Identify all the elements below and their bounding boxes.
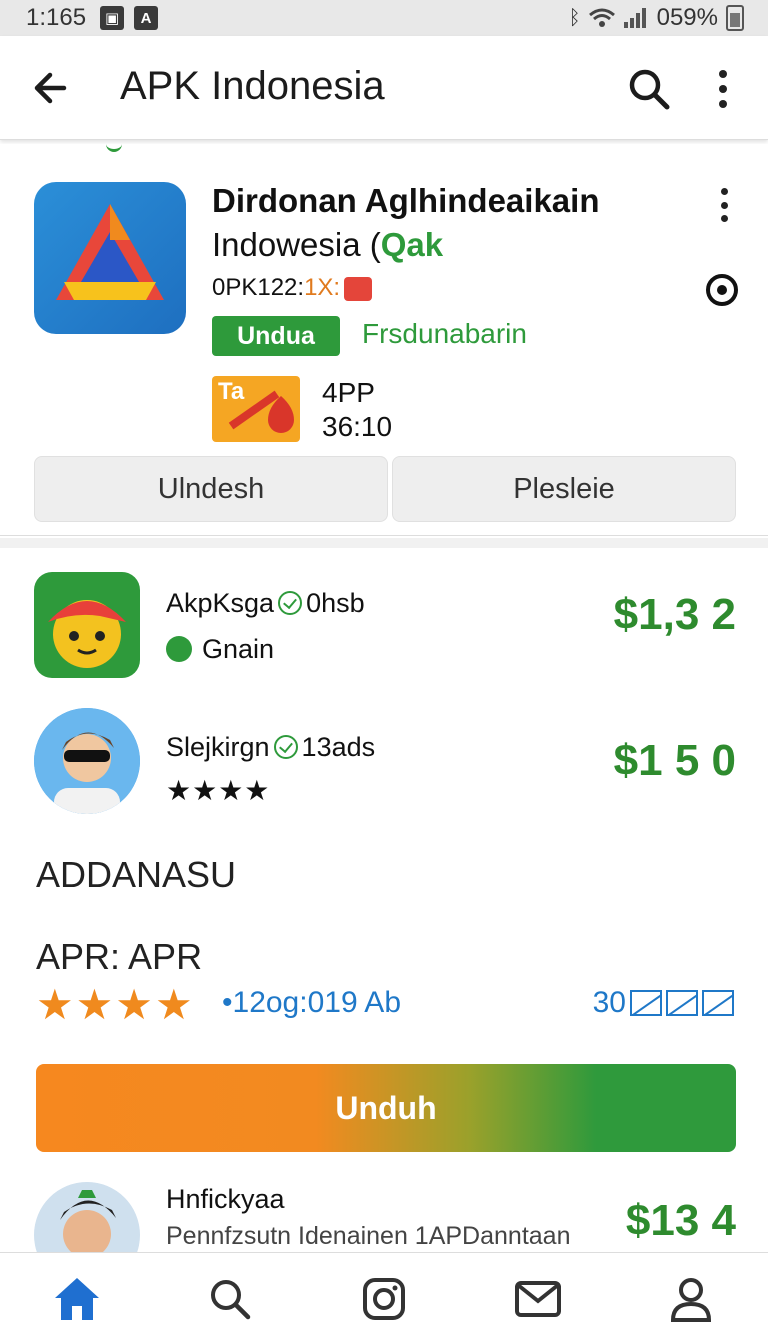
notification-icon: ▣ [100, 6, 125, 30]
radio-select-icon[interactable] [706, 274, 738, 306]
badge-text: Frsdunabarin [362, 318, 527, 349]
bluetooth-icon: ᛒ [568, 6, 581, 29]
list-item-title: AkpKsga 0hsb [166, 588, 365, 618]
featured-app-card[interactable]: Dirdonan Aglhindeaikain Indowesia (Qak 0… [0, 144, 768, 536]
section-divider [0, 538, 768, 548]
page-title: APK Indonesia [120, 64, 385, 108]
profile-icon[interactable] [661, 1269, 721, 1329]
home-icon[interactable] [47, 1269, 107, 1329]
rating-count: 30 [593, 986, 734, 1020]
list-item-title: Slejkirgn 13ads [166, 732, 376, 762]
mail-icon[interactable] [508, 1269, 568, 1329]
action-button-1[interactable]: Ulndesh [34, 456, 388, 522]
download-badge[interactable]: Undua [212, 316, 340, 356]
app-notification-icon: A [134, 6, 159, 30]
overflow-menu-icon[interactable] [708, 66, 738, 112]
back-arrow-icon[interactable] [30, 66, 74, 110]
featured-meta: 4PP 36:10 [322, 377, 393, 442]
app-tag: Qak [380, 226, 444, 263]
apr-label: APR: APR [36, 936, 203, 977]
verified-icon [273, 735, 298, 759]
avatar[interactable] [34, 1182, 140, 1252]
star-rating: ★★★★ [36, 981, 195, 1028]
wifi-icon [588, 8, 615, 27]
section-title: ADDANASU [36, 854, 237, 895]
action-button-2[interactable]: Plesleie [392, 456, 736, 522]
featured-app-version: 0PK122:1X: [212, 274, 373, 302]
list-item-price: $13 4 [625, 1196, 736, 1245]
verified-icon [278, 591, 303, 615]
card-overflow-icon[interactable] [716, 188, 732, 222]
rating-text: •12og:019 Ab [222, 986, 402, 1019]
download-button[interactable]: Unduh [36, 1064, 736, 1152]
mail-icon [702, 990, 734, 1016]
battery-percent: 059% [656, 4, 718, 31]
avatar[interactable] [34, 708, 140, 814]
badge-icon [344, 276, 373, 301]
chart-icon [630, 990, 662, 1016]
indicator-mark [106, 144, 122, 152]
list-item-title: Hnfickyaa [166, 1184, 285, 1214]
status-bar: 1:165 ▣ A ᛒ 059% [0, 0, 768, 36]
signal-icon [623, 8, 646, 28]
status-time: 1:165 [26, 4, 87, 31]
list-item-price: $1 5 0 [613, 736, 736, 785]
featured-app-name: Dirdonan Aglhindeaikain [212, 182, 600, 219]
app-icon[interactable] [34, 572, 140, 678]
app-icon[interactable] [34, 182, 186, 334]
battery-icon [726, 5, 744, 31]
bottom-navigation [0, 1252, 768, 1344]
featured-app-name-line2: Indowesia (Qak [212, 226, 444, 263]
list-item-price: $1,3 2 [613, 590, 736, 639]
search-icon[interactable] [626, 66, 672, 112]
check-icon [166, 636, 192, 662]
chart-icon [666, 990, 698, 1016]
list-item[interactable]: Hnfickyaa Pennfzsutn Idenainen 1APDannta… [0, 1182, 768, 1252]
search-icon[interactable] [200, 1269, 260, 1329]
list-item-subtitle: Gnain [166, 634, 274, 665]
app-thumbnail[interactable]: Ta [212, 376, 300, 442]
list-item[interactable]: AkpKsga 0hsb Gnain $1,3 2 [0, 572, 768, 682]
list-item[interactable]: Slejkirgn 13ads ★★★★ $1 5 0 [0, 708, 768, 818]
star-rating: ★★★★ [166, 775, 271, 806]
app-bar: APK Indonesia [0, 36, 768, 140]
camera-icon[interactable] [354, 1269, 414, 1329]
list-item-subtitle: Pennfzsutn Idenainen 1APDanntaan [166, 1222, 571, 1250]
